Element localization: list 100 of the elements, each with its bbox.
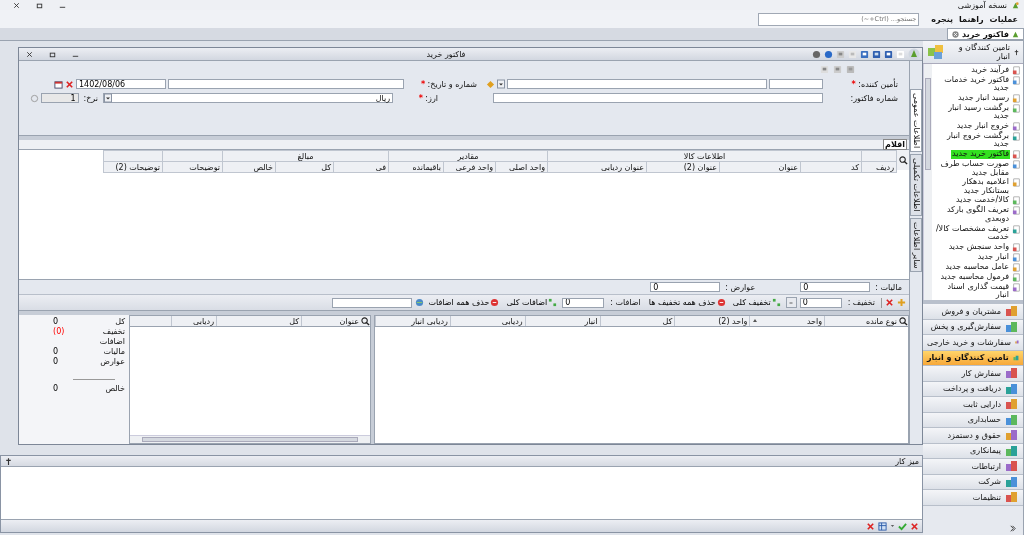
text-field[interactable] <box>331 297 412 308</box>
additions-all-button[interactable]: اضافات کلی <box>504 298 560 307</box>
column-header[interactable]: ردیابی <box>171 316 216 326</box>
supplier-code-field[interactable] <box>769 79 823 89</box>
sidebar-item[interactable]: فاکتور خرید جدید <box>951 150 1010 159</box>
close-icon[interactable] <box>12 0 21 10</box>
dropdown-button[interactable] <box>497 79 505 89</box>
minus-icon <box>788 299 795 306</box>
dropdown-button[interactable] <box>104 93 112 103</box>
menu-item[interactable]: راهنما <box>959 14 984 24</box>
sidebar-item[interactable]: تعریف الگوی بارکد دوبعدی <box>934 206 1010 224</box>
column-header[interactable]: واحد فرعی <box>443 161 496 173</box>
column-header[interactable]: واحد اصلی <box>495 161 548 173</box>
module-button[interactable]: مشتریان و فروش <box>923 304 1023 320</box>
column-header[interactable]: واحد (2) <box>674 316 750 326</box>
module-button[interactable]: حقوق و دستمزد <box>923 428 1023 444</box>
grid-icon[interactable] <box>878 521 887 531</box>
side-tab[interactable]: سایر اطلاعات <box>910 217 922 273</box>
module-button[interactable]: سفارش کار <box>923 366 1023 382</box>
pin-icon[interactable] <box>1013 48 1020 56</box>
invoice-number-field[interactable] <box>493 93 823 103</box>
search-icon[interactable] <box>361 316 370 326</box>
date-field[interactable]: 1402/08/06 <box>76 79 166 89</box>
scrollbar[interactable] <box>923 64 932 300</box>
clear-icon[interactable] <box>65 79 74 89</box>
sidebar-item[interactable]: رسید انبار جدید <box>957 93 1010 103</box>
menu-item[interactable]: عملیات <box>989 14 1018 24</box>
column-header[interactable]: کل <box>599 316 675 326</box>
remove-discounts-button[interactable]: حذف همه تخفیف ها <box>646 298 728 307</box>
sidebar-item[interactable]: عامل محاسبه جدید <box>944 262 1010 272</box>
sidebar-item[interactable]: برگشت رسید انبار جدید <box>934 103 1010 121</box>
caret-icon[interactable] <box>890 523 895 529</box>
column-header[interactable]: کل <box>216 316 301 326</box>
sidebar-item[interactable]: تعریف مشخصات کالا/خدمت <box>934 224 1010 242</box>
number-field[interactable] <box>168 79 404 89</box>
close-icon[interactable] <box>866 521 875 531</box>
minus-button[interactable] <box>785 297 797 308</box>
column-header[interactable]: ردیف <box>861 161 897 173</box>
info-icon[interactable] <box>812 49 821 59</box>
column-header[interactable]: کد <box>800 161 862 173</box>
discount-field[interactable]: 0 <box>799 297 842 308</box>
save-icon[interactable] <box>884 49 893 59</box>
sidebar-item[interactable]: کالا/خدمت جدید <box>955 196 1010 206</box>
module-button[interactable]: تنظیمات <box>923 490 1023 506</box>
scrollbar[interactable] <box>130 435 370 443</box>
column-header[interactable]: نوع مانده <box>824 316 899 326</box>
check-icon[interactable] <box>898 521 907 531</box>
amount-field[interactable]: 0 <box>650 282 721 292</box>
save-close-icon[interactable] <box>872 49 881 59</box>
column-header[interactable]: توضیحات <box>162 161 223 173</box>
rate-field[interactable]: 1 <box>40 93 79 103</box>
discount-all-button[interactable]: تخفیف کلی <box>730 298 783 307</box>
menu-item[interactable]: پنجره <box>931 14 954 24</box>
module-button[interactable]: دارایی ثابت <box>923 397 1023 413</box>
search-icon[interactable] <box>899 316 908 326</box>
delete-icon[interactable] <box>885 298 894 307</box>
supplier-name-field[interactable] <box>507 79 767 89</box>
side-tab[interactable]: اطلاعات تکمیلی <box>910 154 922 216</box>
module-button[interactable]: ارتباطات <box>923 459 1023 475</box>
save-new-icon[interactable] <box>860 49 869 59</box>
sidebar-item[interactable]: فرمول محاسبه جدید <box>939 272 1010 282</box>
pin-icon[interactable] <box>4 456 13 466</box>
column-header[interactable]: خالص <box>222 161 276 173</box>
sidebar-item[interactable]: انبار جدید <box>976 252 1010 262</box>
column-header[interactable]: کل <box>275 161 334 173</box>
column-header[interactable]: فی <box>333 161 389 173</box>
close-icon[interactable] <box>25 49 34 59</box>
column-header[interactable]: واحد <box>749 316 825 326</box>
currency-select[interactable]: ریال <box>103 93 393 103</box>
sidebar-item[interactable]: فرآیند خرید <box>970 65 1010 75</box>
sidebar-item[interactable]: قیمت گذاری اسناد انبار <box>934 282 1010 300</box>
column-header[interactable]: توضیحات (2) <box>103 161 163 173</box>
close-icon[interactable] <box>951 29 961 39</box>
help-icon[interactable] <box>824 49 833 59</box>
search-icon[interactable] <box>898 155 908 165</box>
chart-icon <box>1005 429 1019 442</box>
sidebar-item[interactable]: خروج انبار جدید <box>955 121 1010 131</box>
cancel-icon[interactable] <box>910 521 919 531</box>
field-label: ارز: * <box>417 93 439 103</box>
sidebar-item[interactable]: فاکتور خرید خدمات جدید <box>934 75 1010 93</box>
column-header[interactable]: انبار <box>524 316 600 326</box>
column-header[interactable]: عنوان <box>719 161 801 173</box>
side-tab[interactable]: اطلاعات عمومی <box>910 89 922 153</box>
additions-field[interactable]: 0 <box>562 297 605 308</box>
chevron-icon[interactable] <box>1008 524 1017 533</box>
sidebar-item[interactable]: اعلامیه بدهکار بستانکار جدید <box>934 178 1010 196</box>
column-header[interactable]: باقیمانده <box>388 161 444 173</box>
document-tab[interactable]: فاکتور خرید <box>947 28 1024 40</box>
calendar-icon[interactable] <box>54 79 63 89</box>
sidebar-item[interactable]: صورت حساب طرف مقابل جدید <box>934 160 1010 178</box>
column-header[interactable]: عنوان <box>301 316 361 326</box>
sidebar-item[interactable]: واحد سنجش جدید <box>947 242 1010 252</box>
amount-field[interactable]: 0 <box>800 282 871 292</box>
column-header[interactable]: عنوان (2) <box>646 161 720 173</box>
globe-icon[interactable] <box>414 298 424 307</box>
column-header[interactable]: عنوان ردیابی <box>547 161 647 173</box>
column-header[interactable]: ردیابی <box>449 316 525 326</box>
sidebar-item[interactable]: برگشت خروج انبار جدید <box>934 131 1010 150</box>
remove-additions-button[interactable]: حذف همه اضافات <box>426 298 502 307</box>
module-button[interactable]: سفارشات و خرید خارجی <box>923 335 1023 351</box>
